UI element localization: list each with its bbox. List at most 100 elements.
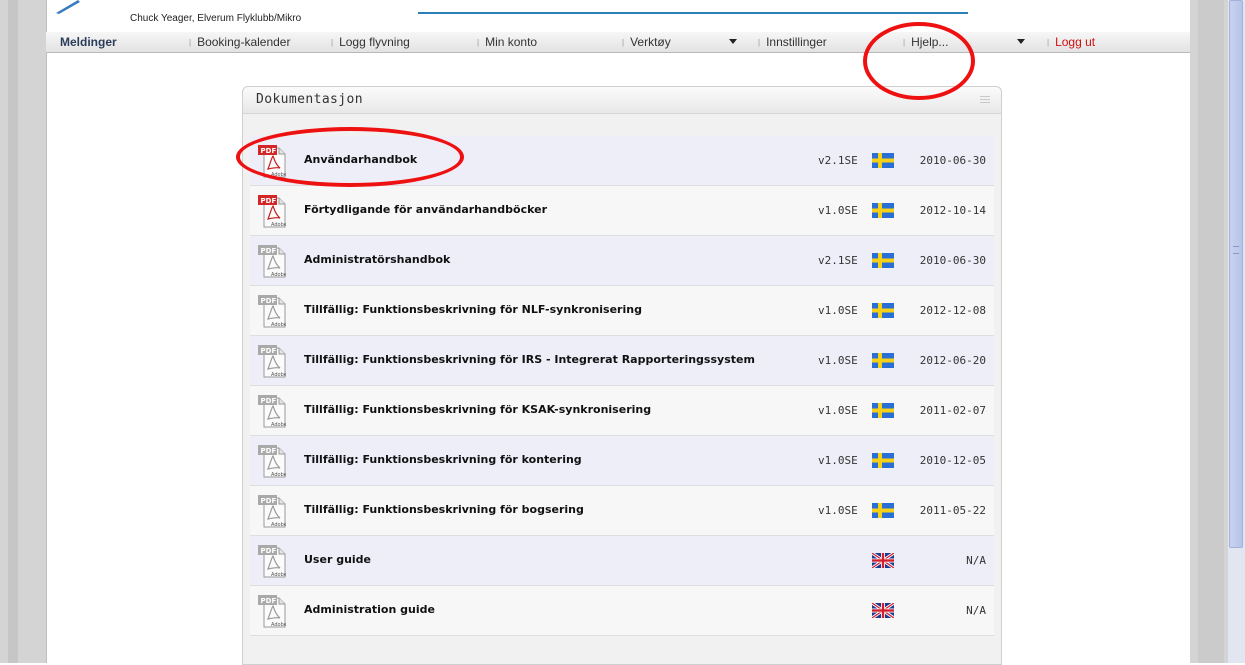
document-date: 2011-02-07 <box>919 404 986 417</box>
document-date: 2010-12-05 <box>919 454 986 467</box>
document-row[interactable]: PDF Adobe Tillfällig: Funktionsbeskrivning… <box>250 336 994 386</box>
document-row[interactable]: PDF Adobe User guide N/A <box>250 536 994 586</box>
pdf-grey-icon: PDF Adobe <box>258 545 286 578</box>
document-version: v1.0SE <box>818 404 858 417</box>
frame-inner <box>1198 0 1224 663</box>
document-row[interactable]: PDF Adobe Tillfällig: Funktionsbeskrivning… <box>250 486 994 536</box>
pdf-red-icon: PDF Adobe <box>258 195 286 228</box>
uk-flag-icon <box>872 603 894 618</box>
document-row[interactable]: PDF Adobe Tillfällig: Funktionsbeskrivning… <box>250 286 994 336</box>
document-version: v2.1SE <box>818 254 858 267</box>
document-row[interactable]: PDF Adobe Förtydligande för användarhandbö… <box>250 186 994 236</box>
document-date: 2011-05-22 <box>919 504 986 517</box>
document-date: 2012-10-14 <box>919 204 986 217</box>
chevron-down-icon[interactable] <box>1017 39 1025 44</box>
nav-separator-icon: | <box>758 38 761 47</box>
svg-text:PDF: PDF <box>261 247 277 255</box>
pdf-grey-icon: PDF Adobe <box>258 245 286 278</box>
svg-text:PDF: PDF <box>261 397 277 405</box>
nav-min-konto[interactable]: | Min konto <box>477 35 537 49</box>
scrollbar-thumb[interactable] <box>1229 0 1243 548</box>
swedish-flag-icon <box>872 253 894 268</box>
nav-booking-kalender[interactable]: | Booking-kalender <box>189 35 290 49</box>
pdf-grey-icon: PDF Adobe <box>258 295 286 328</box>
document-row[interactable]: PDF Adobe Administratörshandbok v2.1SE 2010-… <box>250 236 994 286</box>
svg-text:PDF: PDF <box>261 347 277 355</box>
nav-logg-ut[interactable]: | Logg ut <box>1047 35 1095 49</box>
document-date: 2012-12-08 <box>919 304 986 317</box>
header-accent-bar <box>418 12 968 14</box>
pdf-grey-icon: PDF Adobe <box>258 345 286 378</box>
svg-text:Adobe: Adobe <box>271 372 286 378</box>
document-version: v1.0SE <box>818 304 858 317</box>
document-title-link[interactable]: Tillfällig: Funktionsbeskrivning för IRS… <box>304 353 755 366</box>
user-info: Chuck Yeager, Elverum Flyklubb/Mikro <box>130 13 302 24</box>
document-title-link[interactable]: Administratörshandbok <box>304 253 450 266</box>
svg-text:Adobe: Adobe <box>271 322 286 328</box>
nav-separator-icon: | <box>331 38 334 47</box>
nav-label: Innstillinger <box>766 35 827 49</box>
swedish-flag-icon <box>872 453 894 468</box>
swedish-flag-icon <box>872 153 894 168</box>
pdf-grey-icon: PDF Adobe <box>258 395 286 428</box>
document-date: 2010-06-30 <box>919 154 986 167</box>
document-date: N/A <box>966 604 986 617</box>
scrollbar-grip-icon <box>1233 246 1239 254</box>
pdf-grey-icon: PDF Adobe <box>258 595 286 628</box>
document-date: 2010-06-30 <box>919 254 986 267</box>
document-title-link[interactable]: User guide <box>304 553 371 566</box>
svg-text:Adobe: Adobe <box>271 272 286 278</box>
nav-label: Logg ut <box>1055 35 1096 49</box>
annotation-circle-manual <box>236 127 464 187</box>
annotation-circle-help <box>863 22 975 100</box>
nav-label: Logg flyvning <box>339 35 410 49</box>
swedish-flag-icon <box>872 303 894 318</box>
document-title-link[interactable]: Tillfällig: Funktionsbeskrivning för KSA… <box>304 403 651 416</box>
nav-innstillinger[interactable]: | Innstillinger <box>758 35 827 49</box>
swedish-flag-icon <box>872 503 894 518</box>
document-title-link[interactable]: Förtydligande för användarhandböcker <box>304 203 547 216</box>
document-row[interactable]: PDF Adobe Administration guide N/A <box>250 586 994 636</box>
svg-text:Adobe: Adobe <box>271 522 286 528</box>
document-row[interactable]: PDF Adobe Tillfällig: Funktionsbeskrivning… <box>250 436 994 486</box>
document-date: 2012-06-20 <box>919 354 986 367</box>
svg-text:PDF: PDF <box>261 547 277 555</box>
document-title-link[interactable]: Tillfällig: Funktionsbeskrivning för kon… <box>304 453 582 466</box>
panel-drag-handle-icon[interactable] <box>980 96 990 104</box>
nav-verktoy[interactable]: | Verktøy <box>622 35 671 49</box>
nav-separator-icon: | <box>189 38 192 47</box>
document-version: v2.1SE <box>818 154 858 167</box>
svg-text:Adobe: Adobe <box>271 622 286 628</box>
svg-text:Adobe: Adobe <box>271 572 286 578</box>
pen-logo-icon <box>56 0 80 14</box>
page-edge <box>46 0 47 663</box>
pdf-grey-icon: PDF Adobe <box>258 495 286 528</box>
document-version: v1.0SE <box>818 454 858 467</box>
svg-text:PDF: PDF <box>261 597 277 605</box>
nav-meldinger[interactable]: Meldinger <box>60 35 117 49</box>
document-title-link[interactable]: Administration guide <box>304 603 435 616</box>
document-version: v1.0SE <box>818 354 858 367</box>
svg-text:PDF: PDF <box>261 197 277 205</box>
uk-flag-icon <box>872 553 894 568</box>
chevron-down-icon[interactable] <box>729 39 737 44</box>
svg-text:Adobe: Adobe <box>271 422 286 428</box>
svg-text:Adobe: Adobe <box>271 472 286 478</box>
document-version: v1.0SE <box>818 504 858 517</box>
svg-text:Adobe: Adobe <box>271 222 286 228</box>
nav-logg-flyvning[interactable]: | Logg flyvning <box>331 35 410 49</box>
swedish-flag-icon <box>872 403 894 418</box>
document-title-link[interactable]: Tillfällig: Funktionsbeskrivning för bog… <box>304 503 584 516</box>
document-row[interactable]: PDF Adobe Tillfällig: Funktionsbeskrivning… <box>250 386 994 436</box>
document-title-link[interactable]: Tillfällig: Funktionsbeskrivning för NLF… <box>304 303 642 316</box>
nav-separator-icon: | <box>622 38 625 47</box>
document-date: N/A <box>966 554 986 567</box>
nav-separator-icon: | <box>477 38 480 47</box>
swedish-flag-icon <box>872 203 894 218</box>
pdf-grey-icon: PDF Adobe <box>258 445 286 478</box>
svg-text:PDF: PDF <box>261 497 277 505</box>
document-version: v1.0SE <box>818 204 858 217</box>
svg-text:PDF: PDF <box>261 297 277 305</box>
svg-text:PDF: PDF <box>261 447 277 455</box>
frame-stripe <box>8 0 18 663</box>
